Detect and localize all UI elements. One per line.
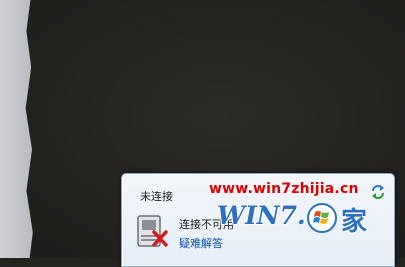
win7-watermark-logo: WIN7. 家 (217, 199, 387, 241)
network-status-popup: 未连接 连接不可用 疑难解答 www.win7zhijia.cn WIN7. 家 (121, 173, 395, 267)
network-disconnected-icon (137, 215, 168, 247)
windows-flag-icon (307, 203, 337, 233)
watermark-url: www.win7zhijia.cn (209, 181, 359, 197)
popup-title: 未连接 (140, 190, 173, 203)
logo-text: WIN7. (217, 201, 306, 230)
logo-char: 家 (341, 207, 368, 237)
